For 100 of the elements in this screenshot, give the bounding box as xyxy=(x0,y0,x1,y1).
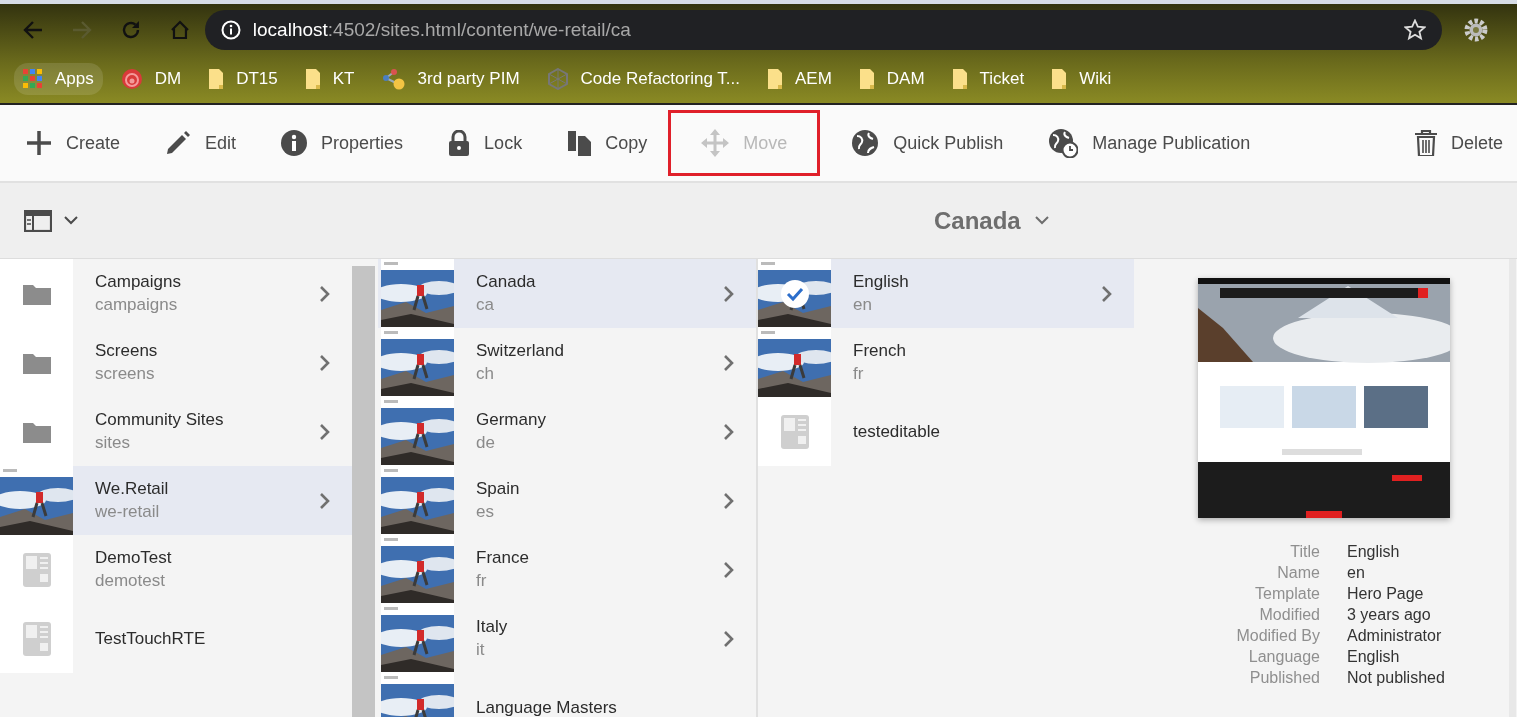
folder-icon xyxy=(22,351,51,374)
globe-icon xyxy=(851,129,880,157)
chevron-right-icon[interactable] xyxy=(723,560,734,579)
scrollbar-thumb[interactable] xyxy=(352,266,375,717)
column-item[interactable]: Community Sites sites xyxy=(0,397,352,466)
item-title: Screens xyxy=(95,341,159,361)
toolbar-button[interactable]: Lock xyxy=(434,110,537,176)
reload-icon[interactable] xyxy=(120,20,141,40)
location-title[interactable]: Canada xyxy=(934,206,1049,235)
bookmark-label: Code Refactoring T... xyxy=(580,69,740,89)
apps-grid-icon xyxy=(23,69,43,89)
item-title: Canada xyxy=(476,272,537,292)
move-icon xyxy=(701,129,730,157)
property-value: Administrator xyxy=(1347,627,1443,645)
chevron-right-icon[interactable] xyxy=(723,629,734,648)
column-item[interactable]: TestTouchRTE xyxy=(0,604,352,673)
item-name: demotest xyxy=(95,571,166,591)
item-name: en xyxy=(853,295,873,315)
property-value: en xyxy=(1347,564,1366,582)
column-item[interactable]: French fr xyxy=(758,328,1134,397)
chevron-right-icon[interactable] xyxy=(723,353,734,372)
column-item[interactable]: Language Masters xyxy=(378,673,756,717)
back-arrow-icon[interactable] xyxy=(23,21,43,39)
chevron-right-icon[interactable] xyxy=(1101,284,1112,303)
toolbar-button[interactable]: Edit xyxy=(151,110,251,176)
toolbar-button[interactable]: Manage Publication xyxy=(1034,110,1265,176)
info-icon xyxy=(220,20,241,40)
column-item[interactable]: We.Retail we-retail xyxy=(0,466,352,535)
page-template-icon xyxy=(780,414,809,449)
property-value: 3 years ago xyxy=(1347,606,1432,624)
settings-icon[interactable] xyxy=(1464,18,1488,42)
column-item[interactable]: Screens screens xyxy=(0,328,352,397)
bookmark-label: DT15 xyxy=(236,69,278,89)
bookmark[interactable]: DT15 xyxy=(199,62,287,96)
bookmark[interactable]: AEM xyxy=(757,62,841,96)
item-title: Germany xyxy=(476,410,547,430)
column-item[interactable]: testeditable xyxy=(758,397,1134,466)
page-template-icon xyxy=(22,621,51,656)
item-title: Campaigns xyxy=(95,272,182,292)
item-name: sites xyxy=(95,433,131,453)
property-label: Modified xyxy=(1258,606,1320,624)
bookmark[interactable]: Code Refactoring T... xyxy=(537,62,749,96)
column-item[interactable]: Canada ca xyxy=(378,259,756,328)
column-item[interactable]: DemoTest demotest xyxy=(0,535,352,604)
info-icon xyxy=(281,130,308,156)
property-label: Modified By xyxy=(1235,627,1320,645)
property-label: Title xyxy=(1289,543,1320,561)
column-item[interactable]: Campaigns campaigns xyxy=(0,259,352,328)
toolbar-button[interactable]: Copy xyxy=(553,110,662,176)
chevron-down-icon xyxy=(1034,216,1049,225)
chevron-right-icon[interactable] xyxy=(319,353,330,372)
item-name: ca xyxy=(476,295,495,315)
chevron-right-icon[interactable] xyxy=(319,422,330,441)
column-item[interactable]: Switzerland ch xyxy=(378,328,756,397)
item-name: fr xyxy=(853,364,865,384)
property-label: Template xyxy=(1254,585,1320,603)
url-text[interactable]: localhost:4502/sites.html/content/we-retail/ca xyxy=(252,19,1393,41)
lock-icon xyxy=(448,130,471,156)
property-value: Hero Page xyxy=(1347,585,1425,603)
column-item[interactable]: English en xyxy=(758,259,1134,328)
folder-icon xyxy=(22,420,51,443)
column-item[interactable]: Spain es xyxy=(378,466,756,535)
bookmark[interactable]: Wiki xyxy=(1042,62,1121,96)
folder-icon xyxy=(208,68,225,90)
chevron-right-icon[interactable] xyxy=(723,422,734,441)
item-name: de xyxy=(476,433,496,453)
bookmark[interactable]: Ticket xyxy=(942,62,1034,96)
toolbar-button[interactable]: Delete xyxy=(1400,110,1517,176)
home-icon[interactable] xyxy=(169,20,190,40)
property-value: English xyxy=(1347,543,1401,561)
item-title: TestTouchRTE xyxy=(95,628,207,649)
folder-icon xyxy=(766,68,783,90)
target-icon xyxy=(120,68,143,90)
bookmark[interactable]: DM xyxy=(111,62,191,96)
checkmark-icon[interactable] xyxy=(780,279,810,309)
bookmark-label: Ticket xyxy=(979,69,1025,89)
pencil-icon xyxy=(165,130,192,156)
plus-icon xyxy=(26,130,52,156)
toolbar-button[interactable]: Create xyxy=(12,110,135,176)
bookmark[interactable]: DAM xyxy=(849,62,934,96)
address-bar[interactable]: localhost:4502/sites.html/content/we-retail/ca xyxy=(204,10,1443,50)
chevron-right-icon[interactable] xyxy=(723,491,734,510)
item-name: es xyxy=(476,502,495,522)
chevron-right-icon[interactable] xyxy=(319,284,330,303)
toolbar-button[interactable]: Quick Publish xyxy=(837,110,1018,176)
toolbar-button[interactable]: Properties xyxy=(267,110,418,176)
chevron-right-icon[interactable] xyxy=(723,284,734,303)
nodes-icon xyxy=(381,68,406,90)
bookmark-label: KT xyxy=(332,69,355,89)
bookmark[interactable]: 3rd party PIM xyxy=(372,62,529,96)
bookmark[interactable]: KT xyxy=(295,62,364,96)
star-icon[interactable] xyxy=(1404,19,1427,41)
item-title: Spain xyxy=(476,479,521,499)
chevron-right-icon[interactable] xyxy=(319,491,330,510)
item-title: DemoTest xyxy=(95,548,173,568)
copy-icon xyxy=(567,130,592,156)
column-item[interactable]: Germany de xyxy=(378,397,756,466)
item-title: Language Masters xyxy=(476,697,618,717)
column-item[interactable]: France fr xyxy=(378,535,756,604)
bookmark[interactable]: Apps xyxy=(14,63,103,95)
